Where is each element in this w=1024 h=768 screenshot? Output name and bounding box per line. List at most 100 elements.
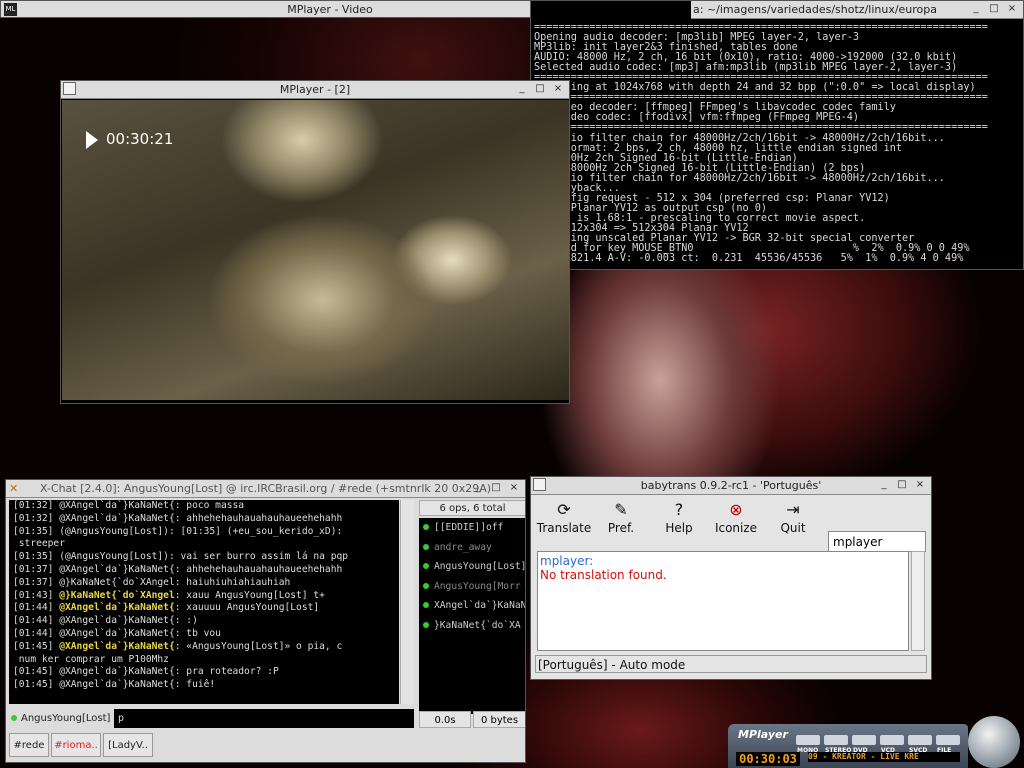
chat-nick[interactable]: @XAngel`da`}KaNaNet{ <box>59 641 175 652</box>
xchat-window[interactable]: ✕ X-Chat [2.4.0]: AngusYoung[Lost] @ irc… <box>5 479 526 763</box>
window-title: X-Chat [2.4.0]: AngusYoung[Lost] @ irc.I… <box>39 482 492 495</box>
chat-line: [01:45] @XAngel`da`}KaNaNet{: fuiê! <box>9 679 399 692</box>
chat-message: : tb vou <box>174 627 221 639</box>
volume-knob[interactable] <box>968 716 1020 768</box>
chat-nick[interactable]: (@AngusYoung[Lost]) <box>59 526 169 537</box>
iconize-label: Iconize <box>714 521 758 535</box>
maximize-icon[interactable]: □ <box>895 478 909 492</box>
window-title: a: ~/imagens/variedades/shotz/linux/euro… <box>693 3 938 16</box>
user-name: XAngel`da`}KaNaN <box>434 600 526 611</box>
user-list-panel: 6 ops, 6 total [[EDDIE]]off andre_away Ang… <box>419 500 526 714</box>
mplayer-2-titlebar[interactable]: MPlayer - [2] _ □ × <box>61 81 569 99</box>
chat-message: : [01:35] (+eu_sou_kerido_xD): <box>168 525 343 537</box>
close-icon[interactable]: × <box>551 82 565 96</box>
chat-line: streeper <box>9 538 399 551</box>
chat-nick[interactable]: (@AngusYoung[Lost]) <box>59 551 169 562</box>
chat-line: [01:44] @XAngel`da`}KaNaNet{: :) <box>9 615 399 628</box>
maximize-icon[interactable]: □ <box>489 481 503 495</box>
chat-nick[interactable]: @XAngel`da`}KaNaNet{ <box>59 679 175 690</box>
chat-timestamp: [01:35] <box>13 525 60 537</box>
minimize-icon[interactable]: _ <box>515 82 529 96</box>
chat-timestamp: [01:37] <box>13 563 60 575</box>
channel-tab[interactable]: #rioma.. <box>51 733 101 757</box>
maximize-icon[interactable]: □ <box>533 82 547 96</box>
nick-button[interactable]: AngusYoung[Lost] <box>9 710 112 728</box>
channel-tab[interactable]: #rede <box>9 733 49 757</box>
lag-meter: 0.0s <box>419 711 471 728</box>
chat-nick[interactable]: @}KaNaNet{`do`XAngel <box>59 577 175 588</box>
window-menu-icon[interactable] <box>63 82 76 95</box>
track-title-scroller: 09 - KREATOR - LIVE KRE <box>808 752 960 762</box>
terminal-titlebar[interactable]: a: ~/imagens/variedades/shotz/linux/euro… <box>691 1 1023 19</box>
chat-nick[interactable]: @XAngel`da`}KaNaNet{ <box>59 564 175 575</box>
chat-nick[interactable]: @XAngel`da`}KaNaNet{ <box>59 500 175 511</box>
mplayer-2-window[interactable]: MPlayer - [2] _ □ × 00:30:21 <box>60 80 570 404</box>
minimize-icon[interactable]: _ <box>969 2 983 16</box>
channel-tab[interactable]: [LadyV.. <box>103 733 153 757</box>
search-input[interactable]: mplayer <box>828 531 926 552</box>
close-icon[interactable]: × <box>913 478 927 492</box>
translate-button[interactable]: ⟳ Translate <box>534 499 594 547</box>
mplayer-skin-panel[interactable]: MPlayer MONO STEREO DVD VCD SVCD FILE 00:30:0… <box>728 716 1024 768</box>
help-button[interactable]: ? Help <box>649 499 709 547</box>
chat-message: : vai ser burro assim lá na pqp <box>168 551 349 563</box>
close-icon[interactable]: × <box>1005 2 1019 16</box>
message-input[interactable]: p <box>114 709 414 728</box>
chat-nick[interactable]: @XAngel`da`}KaNaNet{ <box>59 602 175 613</box>
input-row: AngusYoung[Lost] p <box>6 709 416 729</box>
user-list-item[interactable]: AngusYoung[Lost] <box>419 557 526 577</box>
exit-icon: ⇥ <box>786 500 800 519</box>
skin-mode-button[interactable] <box>824 735 848 745</box>
chat-nick[interactable]: @XAngel`da`}KaNaNet{ <box>59 615 175 626</box>
status-bar: [Português] - Auto mode <box>535 655 927 673</box>
play-icon <box>86 131 98 149</box>
user-list[interactable]: [[EDDIE]]off andre_away AngusYoung[Lost] An… <box>419 518 526 714</box>
window-menu-icon[interactable] <box>533 478 546 491</box>
chat-message: : ahhehehauhauahauhaueehehahh <box>174 512 343 524</box>
video-frame[interactable]: 00:30:21 <box>62 100 569 400</box>
pref-button[interactable]: ✎ Pref. <box>591 499 651 547</box>
user-list-item[interactable]: XAngel`da`}KaNaN <box>419 596 526 616</box>
user-list-item[interactable]: }KaNaNet{`do`XA <box>419 616 525 636</box>
babytrans-titlebar[interactable]: babytrans 0.9.2-rc1 - 'Português' _ □ × <box>531 477 931 495</box>
skin-mode-button[interactable] <box>908 735 932 745</box>
chat-message: : «AngusYoung[Lost]» o pia, c <box>174 640 343 652</box>
chat-timestamp: [01:32] <box>13 512 60 524</box>
chat-scrollbar[interactable] <box>400 500 414 704</box>
osd-time: 00:30:21 <box>106 130 174 148</box>
user-name: }KaNaNet{`do`XA <box>434 619 521 631</box>
iconize-icon: ⊗ <box>729 500 743 519</box>
output-scrollbar[interactable] <box>911 551 925 651</box>
xchat-titlebar[interactable]: ✕ X-Chat [2.4.0]: AngusYoung[Lost] @ irc… <box>6 480 525 498</box>
iconize-button[interactable]: ⊗ Iconize <box>706 499 766 547</box>
babytrans-window[interactable]: babytrans 0.9.2-rc1 - 'Português' _ □ × … <box>530 476 932 680</box>
terminal-line: .4 V:1821.4 A-V: -0.003 ct: 0.231 45536/… <box>534 253 964 265</box>
chat-message: : xauuuu AngusYoung[Lost] <box>174 602 320 614</box>
chat-line: [01:32] @XAngel`da`}KaNaNet{: ahhehehauh… <box>9 513 399 526</box>
quit-button[interactable]: ⇥ Quit <box>763 499 823 547</box>
chat-nick[interactable]: @XAngel`da`}KaNaNet{ <box>59 628 175 639</box>
user-name: AngusYoung[Lost] <box>434 561 526 572</box>
minimize-icon[interactable]: _ <box>471 481 485 495</box>
op-status-icon <box>423 524 429 530</box>
help-icon: ? <box>674 500 684 519</box>
window-title: MPlayer - Video <box>287 3 373 16</box>
user-list-item[interactable]: AngusYoung[Morr <box>419 577 525 597</box>
user-list-item[interactable]: andre_away <box>419 538 525 558</box>
nick-label: AngusYoung[Lost] <box>21 713 111 724</box>
terminal-line: ========================================… <box>534 122 988 134</box>
skin-mode-button[interactable] <box>880 735 904 745</box>
skin-mode-button[interactable] <box>796 735 820 745</box>
chat-nick[interactable]: @}KaNaNet{`do`XAngel <box>59 590 175 601</box>
minimize-icon[interactable]: _ <box>877 478 891 492</box>
maximize-icon[interactable]: □ <box>987 2 1001 16</box>
skin-mode-button[interactable] <box>852 735 876 745</box>
chat-nick[interactable]: @XAngel`da`}KaNaNet{ <box>59 513 175 524</box>
op-status-icon <box>423 582 429 589</box>
terminal-window[interactable]: a: ~/imagens/variedades/shotz/linux/euro… <box>530 0 1024 270</box>
refresh-icon: ⟳ <box>557 500 571 519</box>
skin-mode-button[interactable] <box>936 735 960 745</box>
user-list-item[interactable]: [[EDDIE]]off <box>419 518 525 538</box>
chat-nick[interactable]: @XAngel`da`}KaNaNet{ <box>59 666 175 677</box>
close-icon[interactable]: × <box>507 481 521 495</box>
